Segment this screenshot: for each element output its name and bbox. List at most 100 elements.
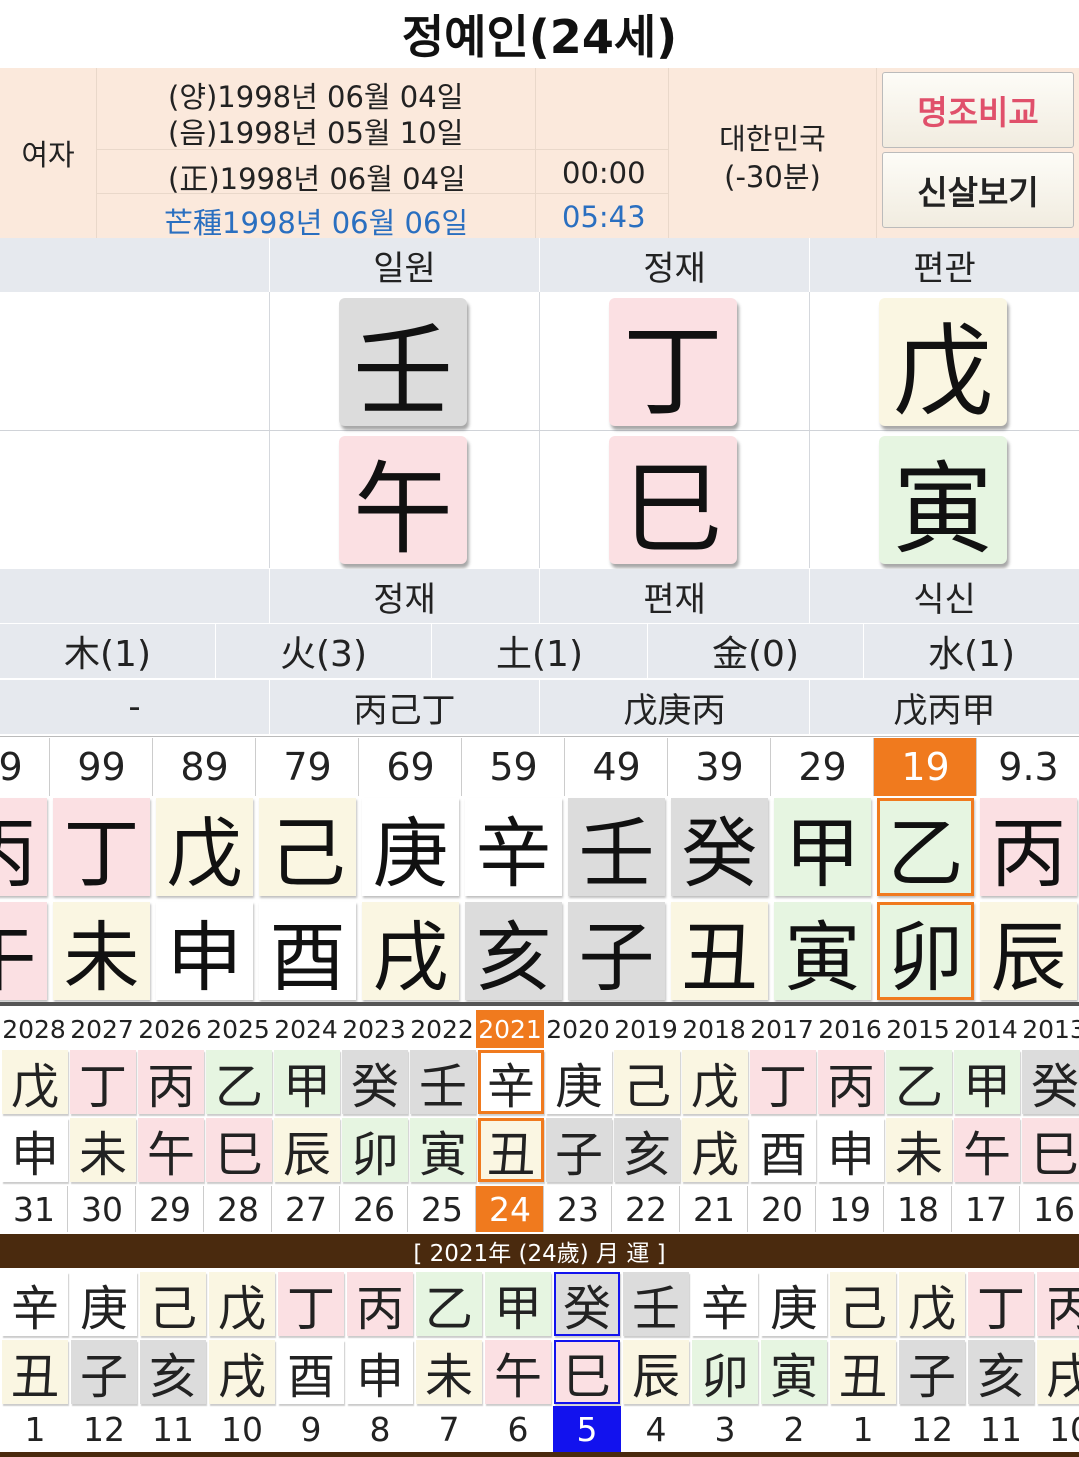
year-stem-tile[interactable]: 乙	[206, 1050, 272, 1115]
month-branch-tile[interactable]: 巳	[554, 1340, 620, 1405]
year-stem-tile[interactable]: 戊	[682, 1050, 748, 1115]
daewoon-age[interactable]: 49	[565, 738, 668, 796]
month-stem-tile[interactable]: 丁	[278, 1272, 344, 1337]
daewoon-age[interactable]: 79	[256, 738, 359, 796]
daewoon-stem-tile[interactable]: 辛	[465, 798, 562, 898]
month-number[interactable]: 6	[484, 1406, 552, 1452]
daewoon-age[interactable]: 9.3	[977, 738, 1079, 796]
shinsal-view-button[interactable]: 신살보기	[882, 152, 1074, 228]
month-stem-tile[interactable]: 甲	[485, 1272, 551, 1337]
year-stem-tile[interactable]: 癸	[342, 1050, 408, 1115]
daewoon-branch-tile[interactable]: 子	[568, 902, 665, 1002]
month-branch-tile[interactable]: 未	[416, 1340, 482, 1405]
daewoon-branch-tile[interactable]: 亥	[465, 902, 562, 1002]
year-stem-tile[interactable]: 甲	[274, 1050, 340, 1115]
year-age[interactable]: 21	[680, 1186, 748, 1232]
year-branch-tile[interactable]: 辰	[274, 1118, 340, 1183]
month-stem-tile[interactable]: 己	[140, 1272, 206, 1337]
year-age[interactable]: 19	[816, 1186, 884, 1232]
month-stem-tile[interactable]: 丁	[609, 298, 737, 430]
daewoon-age[interactable]: 99	[50, 738, 153, 796]
year-label[interactable]: 2027	[68, 1010, 136, 1048]
month-branch-tile[interactable]: 子	[71, 1340, 137, 1405]
year-stem-tile[interactable]: 丙	[138, 1050, 204, 1115]
year-age[interactable]: 24	[476, 1186, 544, 1232]
year-label[interactable]: 2014	[952, 1010, 1020, 1048]
year-stem-tile[interactable]: 丁	[70, 1050, 136, 1115]
year-stem-tile[interactable]: 丙	[818, 1050, 884, 1115]
year-age[interactable]: 30	[68, 1186, 136, 1232]
month-stem-tile[interactable]: 戊	[209, 1272, 275, 1337]
year-age[interactable]: 29	[136, 1186, 204, 1232]
month-number[interactable]: 2	[760, 1406, 828, 1452]
month-stem-tile[interactable]: 丁	[968, 1272, 1034, 1337]
year-branch-tile[interactable]: 亥	[614, 1118, 680, 1183]
month-stem-tile[interactable]: 辛	[2, 1272, 68, 1337]
year-age[interactable]: 16	[1020, 1186, 1079, 1232]
year-label[interactable]: 2018	[680, 1010, 748, 1048]
daewoon-stem-tile[interactable]: 癸	[671, 798, 768, 898]
year-stem-tile[interactable]: 戊	[2, 1050, 68, 1115]
year-age[interactable]: 18	[884, 1186, 952, 1232]
year-label[interactable]: 2028	[0, 1010, 68, 1048]
year-stem-tile[interactable]: 癸	[1022, 1050, 1079, 1115]
daewoon-branch-tile[interactable]: 辰	[980, 902, 1077, 1002]
year-age[interactable]: 20	[748, 1186, 816, 1232]
year-age[interactable]: 31	[0, 1186, 68, 1232]
day-stem-tile[interactable]: 壬	[339, 298, 467, 430]
month-stem-tile[interactable]: 庚	[71, 1272, 137, 1337]
year-label[interactable]: 2026	[136, 1010, 204, 1048]
year-age[interactable]: 26	[340, 1186, 408, 1232]
daewoon-age[interactable]: 09	[0, 738, 50, 796]
year-stem-tile[interactable]: 辛	[478, 1050, 544, 1115]
year-branch-tile[interactable]: 卯	[342, 1118, 408, 1183]
year-branch-tile[interactable]: 午	[138, 1118, 204, 1183]
month-stem-tile[interactable]: 壬	[623, 1272, 689, 1337]
year-branch-tile[interactable]: 午	[954, 1118, 1020, 1183]
year-stem-tile[interactable]: 戊	[879, 298, 1007, 430]
month-branch-tile[interactable]: 申	[347, 1340, 413, 1405]
daewoon-branch-tile[interactable]: 寅	[774, 902, 871, 1002]
year-branch-tile[interactable]: 巳	[1022, 1118, 1079, 1183]
year-age[interactable]: 17	[952, 1186, 1020, 1232]
month-branch-tile[interactable]: 戌	[209, 1340, 275, 1405]
month-number[interactable]: 7	[415, 1406, 483, 1452]
compare-chart-button[interactable]: 명조비교	[882, 72, 1074, 148]
year-branch-tile[interactable]: 未	[70, 1118, 136, 1183]
month-number[interactable]: 11	[967, 1406, 1035, 1452]
year-branch-tile[interactable]: 酉	[750, 1118, 816, 1183]
month-number[interactable]: 1	[829, 1406, 897, 1452]
month-number[interactable]: 10	[1036, 1406, 1079, 1452]
year-age[interactable]: 22	[612, 1186, 680, 1232]
month-number[interactable]: 3	[691, 1406, 759, 1452]
daewoon-branch-tile[interactable]: 戌	[362, 902, 459, 1002]
month-number[interactable]: 8	[346, 1406, 414, 1452]
year-label[interactable]: 2021	[476, 1010, 544, 1048]
year-stem-tile[interactable]: 庚	[546, 1050, 612, 1115]
month-stem-tile[interactable]: 己	[830, 1272, 896, 1337]
year-branch-tile[interactable]: 申	[2, 1118, 68, 1183]
month-stem-tile[interactable]: 庚	[761, 1272, 827, 1337]
month-branch-tile[interactable]: 巳	[609, 436, 737, 568]
daewoon-age[interactable]: 59	[462, 738, 565, 796]
year-stem-tile[interactable]: 乙	[886, 1050, 952, 1115]
month-branch-tile[interactable]: 卯	[692, 1340, 758, 1405]
month-number[interactable]: 12	[898, 1406, 966, 1452]
month-number[interactable]: 4	[622, 1406, 690, 1452]
year-branch-tile[interactable]: 戌	[682, 1118, 748, 1183]
month-branch-tile[interactable]: 亥	[968, 1340, 1034, 1405]
year-label[interactable]: 2022	[408, 1010, 476, 1048]
daewoon-branch-tile[interactable]: 申	[156, 902, 253, 1002]
month-branch-tile[interactable]: 子	[899, 1340, 965, 1405]
month-number[interactable]: 11	[139, 1406, 207, 1452]
daewoon-stem-tile[interactable]: 丙	[980, 798, 1077, 898]
month-branch-tile[interactable]: 辰	[623, 1340, 689, 1405]
daewoon-stem-tile[interactable]: 甲	[774, 798, 871, 898]
year-label[interactable]: 2016	[816, 1010, 884, 1048]
daewoon-age[interactable]: 39	[668, 738, 771, 796]
year-label[interactable]: 2024	[272, 1010, 340, 1048]
month-number[interactable]: 5	[553, 1406, 621, 1452]
daewoon-stem-tile[interactable]: 戊	[156, 798, 253, 898]
year-branch-tile[interactable]: 丑	[478, 1118, 544, 1183]
year-stem-tile[interactable]: 己	[614, 1050, 680, 1115]
